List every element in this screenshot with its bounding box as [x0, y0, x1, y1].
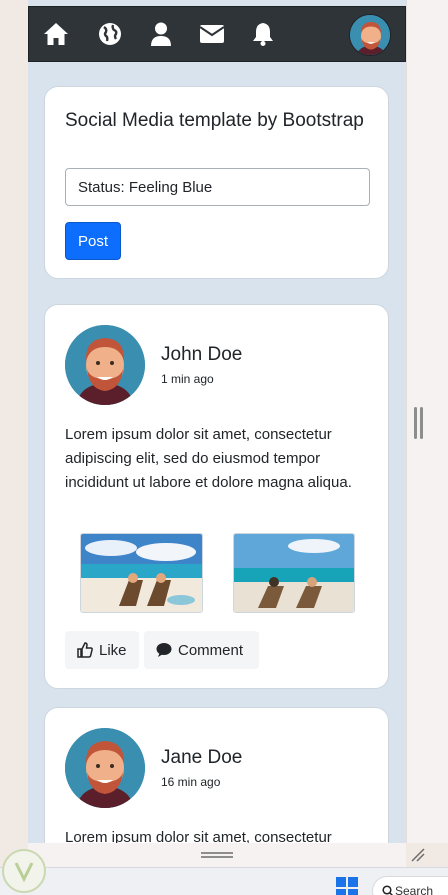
post-author-name[interactable]: John Doe — [161, 344, 242, 366]
comment-label: Comment — [178, 641, 244, 659]
post-photo-beach-chairs[interactable] — [80, 533, 203, 613]
post-timestamp: 16 min ago — [161, 775, 221, 789]
search-label: Search — [395, 884, 434, 895]
globe-icon[interactable] — [95, 19, 125, 49]
status-composer-card: Social Media template by Bootstrap Post — [44, 86, 389, 279]
envelope-icon[interactable] — [197, 19, 227, 49]
user-icon[interactable] — [146, 19, 176, 49]
browser-viewport: Social Media template by Bootstrap Post … — [28, 0, 406, 843]
resize-corner-icon[interactable] — [408, 845, 426, 863]
home-icon[interactable] — [41, 19, 71, 49]
post-body-text: Lorem ipsum dolor sit amet, consectetur … — [65, 426, 352, 491]
post-timestamp: 1 min ago — [161, 372, 214, 386]
post-card: John Doe 1 min ago Lorem ipsum dolor sit… — [44, 304, 389, 689]
desktop-left-strip — [0, 0, 28, 843]
comment-icon — [156, 643, 172, 657]
avatar[interactable] — [65, 728, 145, 808]
bottom-resize-handle[interactable] — [28, 843, 406, 867]
search-icon — [382, 885, 394, 895]
like-button[interactable]: Like — [65, 631, 139, 669]
window-right-gutter — [406, 0, 448, 843]
post-button[interactable]: Post — [65, 222, 121, 260]
profile-avatar[interactable] — [349, 14, 391, 56]
side-resize-handle[interactable] — [414, 407, 424, 439]
post-card: Jane Doe 16 min ago Lorem ipsum dolor si… — [44, 707, 389, 843]
windows-start-icon[interactable] — [336, 877, 358, 895]
os-taskbar: Search — [0, 867, 448, 895]
post-photo-beach-couple[interactable] — [233, 533, 355, 613]
post-body-text: Lorem ipsum dolor sit amet, consectetur — [65, 829, 332, 843]
bell-icon[interactable] — [248, 19, 278, 49]
taskbar-search[interactable]: Search — [372, 876, 448, 895]
post-author-name[interactable]: Jane Doe — [161, 747, 242, 769]
status-input[interactable] — [65, 168, 370, 206]
avatar[interactable] — [65, 325, 145, 405]
top-navbar — [28, 6, 406, 62]
composer-title: Social Media template by Bootstrap — [65, 110, 364, 131]
watermark-badge-icon — [2, 849, 46, 893]
like-label: Like — [99, 641, 127, 659]
comment-button[interactable]: Comment — [144, 631, 259, 669]
thumbs-up-icon — [77, 642, 93, 658]
